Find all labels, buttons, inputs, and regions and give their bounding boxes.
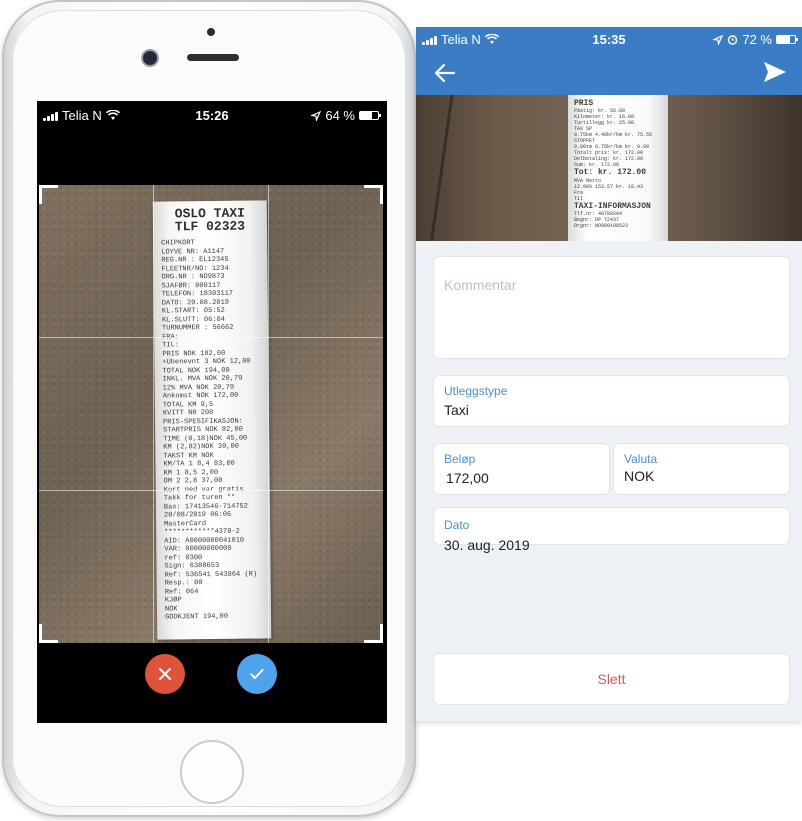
delete-label: Slett	[597, 671, 626, 687]
crop-screen: Telia N 15:26 64 % OSLO TAXI TLF 02323 C…	[37, 101, 387, 723]
confirm-button[interactable]	[237, 654, 277, 694]
close-icon	[159, 668, 171, 680]
arrow-left-icon[interactable]	[432, 60, 458, 86]
phone-speaker	[187, 54, 239, 61]
comment-card[interactable]	[433, 256, 790, 359]
phone-sensor	[207, 28, 215, 36]
mini-receipt-lines-2: MVA Netto 12.00% 153.57 kr. 18.43 Fra Til	[574, 178, 662, 202]
receipt-line: GODKJENT 194,00	[165, 612, 229, 622]
crop-grid-line	[39, 490, 383, 491]
mini-receipt-footer-lines: Tlf.nr: 40789204 Begnr: DP 72437 Orgnr: NO…	[574, 211, 662, 229]
app-header	[416, 51, 802, 95]
receipt-lines: CHIPKORT LOYVE NR: A1147 REG.NR : EL12345 F…	[161, 238, 263, 622]
mini-receipt-line: Orgnr: NO989198523	[574, 223, 629, 229]
currency-field[interactable]: Valuta NOK	[613, 443, 790, 495]
expense-type-label: Utleggstype	[444, 384, 508, 398]
location-arrow-icon	[713, 34, 724, 45]
receipt-line: +Ubenevnt 3 NOK 12,00	[162, 357, 251, 367]
phone-mockup: Telia N 15:26 64 % OSLO TAXI TLF 02323 C…	[2, 0, 416, 817]
mini-receipt-footer: TAXI-INFORMASJON	[574, 202, 651, 211]
crop-handle-bottom-right[interactable]	[364, 624, 383, 643]
currency-value: NOK	[624, 468, 655, 484]
crop-handle-bottom-left[interactable]	[39, 624, 58, 643]
expense-type-field[interactable]: Utleggstype Taxi	[433, 375, 790, 427]
currency-label: Valuta	[624, 452, 658, 466]
crop-grid-line	[39, 337, 383, 338]
cancel-button[interactable]	[145, 654, 185, 694]
battery-icon	[359, 111, 381, 120]
delete-button[interactable]: Slett	[433, 653, 790, 705]
amount-value: 172,00	[446, 470, 489, 486]
mini-receipt-lines: Påstig: kr. 56.00 Kilometer: kr. 16.00 Tur…	[574, 108, 662, 168]
mini-receipt-header: PRIS	[574, 99, 594, 108]
comment-input[interactable]	[444, 277, 774, 293]
phone-camera	[143, 51, 157, 65]
amount-field[interactable]: Beløp 172,00	[433, 443, 610, 495]
crop-grid-line	[268, 185, 269, 643]
date-field[interactable]: Dato 30. aug. 2019	[433, 507, 790, 553]
crop-area[interactable]: OSLO TAXI TLF 02323 CHIPKORT LOYVE NR: A1…	[39, 185, 383, 643]
battery-icon	[776, 35, 798, 44]
receipt-photo: OSLO TAXI TLF 02323 CHIPKORT LOYVE NR: A1…	[152, 200, 272, 640]
status-bar: Telia N 15:26 64 %	[37, 101, 387, 129]
home-button[interactable]	[180, 740, 244, 804]
crop-grid-line	[153, 185, 154, 643]
check-icon	[250, 669, 264, 679]
status-bar: Telia N 15:35 72 %	[416, 27, 802, 51]
alarm-icon	[728, 35, 738, 45]
battery-percent: 72 %	[742, 32, 772, 47]
date-label: Dato	[444, 518, 470, 532]
receipt-line: Ref: 536541 543864 (R)	[164, 570, 258, 580]
crop-handle-top-right[interactable]	[364, 185, 383, 204]
mini-receipt-total: Tot: kr. 172.00	[574, 168, 647, 177]
amount-label: Beløp	[444, 452, 476, 466]
expense-form-screen: Telia N 15:35 72 % PRIS Påstig: kr. 56.0…	[416, 27, 802, 721]
receipt-header-2: TLF 02323	[174, 218, 246, 235]
send-icon[interactable]	[762, 59, 788, 85]
receipt-thumbnail[interactable]: PRIS Påstig: kr. 56.00 Kilometer: kr. 16.…	[416, 95, 802, 241]
battery-percent: 64 %	[325, 108, 355, 123]
date-value: 30. aug. 2019	[444, 537, 530, 553]
crop-handle-top-left[interactable]	[39, 185, 58, 204]
location-arrow-icon	[311, 110, 322, 121]
expense-type-value: Taxi	[444, 402, 469, 418]
receipt-thumbnail-paper: PRIS Påstig: kr. 56.00 Kilometer: kr. 16.…	[568, 95, 668, 241]
